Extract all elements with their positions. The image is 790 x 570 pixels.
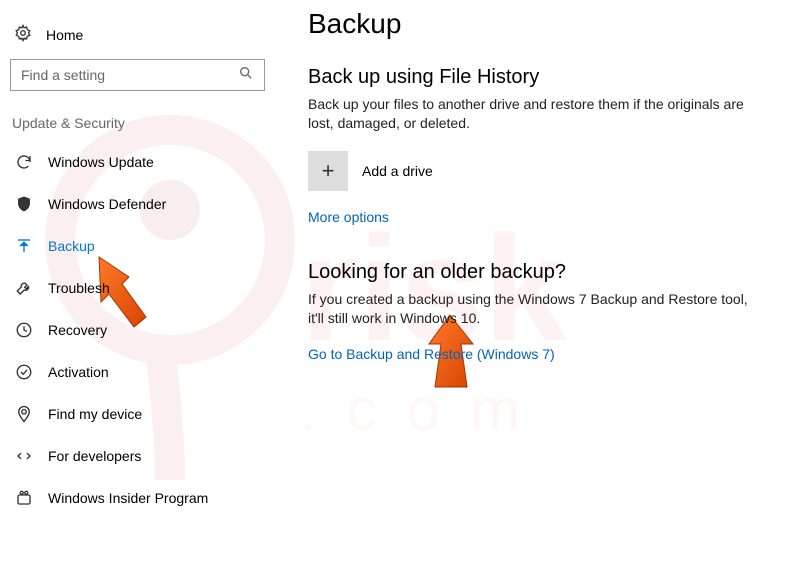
- sidebar-item-windows-insider[interactable]: Windows Insider Program: [10, 477, 270, 519]
- sidebar-item-activation[interactable]: Activation: [10, 351, 270, 393]
- search-input[interactable]: [10, 59, 265, 91]
- sidebar-item-label: Windows Insider Program: [48, 490, 208, 506]
- sync-icon: [14, 153, 34, 171]
- page-title: Backup: [308, 8, 770, 40]
- home-label: Home: [46, 27, 83, 43]
- sidebar-item-label: Backup: [48, 238, 95, 254]
- check-circle-icon: [14, 363, 34, 381]
- shield-icon: [14, 195, 34, 213]
- file-history-desc: Back up your files to another drive and …: [308, 95, 748, 133]
- older-backup-heading: Looking for an older backup?: [308, 261, 770, 284]
- more-options-link[interactable]: More options: [308, 209, 389, 225]
- clock-back-icon: [14, 321, 34, 339]
- gear-icon: [14, 24, 32, 45]
- home-button[interactable]: Home: [10, 18, 270, 59]
- wrench-icon: [14, 279, 34, 297]
- sidebar-item-label: Activation: [48, 364, 109, 380]
- sidebar-item-backup[interactable]: Backup: [10, 225, 270, 267]
- sidebar-item-label: For developers: [48, 448, 141, 464]
- file-history-heading: Back up using File History: [308, 66, 770, 89]
- sidebar-category: Update & Security: [10, 115, 270, 141]
- sidebar-item-label: Troublesh: [48, 280, 110, 296]
- settings-sidebar: Home Update & Security Windows Update: [0, 0, 280, 570]
- sidebar-item-troubleshoot[interactable]: Troublesh: [10, 267, 270, 309]
- sidebar-item-label: Windows Update: [48, 154, 154, 170]
- backup-restore-win7-link[interactable]: Go to Backup and Restore (Windows 7): [308, 346, 555, 362]
- sidebar-item-find-my-device[interactable]: Find my device: [10, 393, 270, 435]
- sidebar-item-for-developers[interactable]: For developers: [10, 435, 270, 477]
- sidebar-item-windows-update[interactable]: Windows Update: [10, 141, 270, 183]
- location-icon: [14, 405, 34, 423]
- sidebar-item-recovery[interactable]: Recovery: [10, 309, 270, 351]
- add-drive-label: Add a drive: [362, 163, 433, 179]
- sidebar-item-label: Recovery: [48, 322, 107, 338]
- sidebar-item-label: Find my device: [48, 406, 142, 422]
- code-icon: [14, 447, 34, 465]
- main-content: Backup Back up using File History Back u…: [280, 0, 790, 570]
- plus-icon: +: [308, 151, 348, 191]
- insider-icon: [14, 489, 34, 507]
- sidebar-item-windows-defender[interactable]: Windows Defender: [10, 183, 270, 225]
- older-backup-desc: If you created a backup using the Window…: [308, 290, 748, 328]
- sidebar-item-label: Windows Defender: [48, 196, 166, 212]
- add-drive-button[interactable]: + Add a drive: [308, 151, 770, 191]
- backup-arrow-icon: [14, 237, 34, 255]
